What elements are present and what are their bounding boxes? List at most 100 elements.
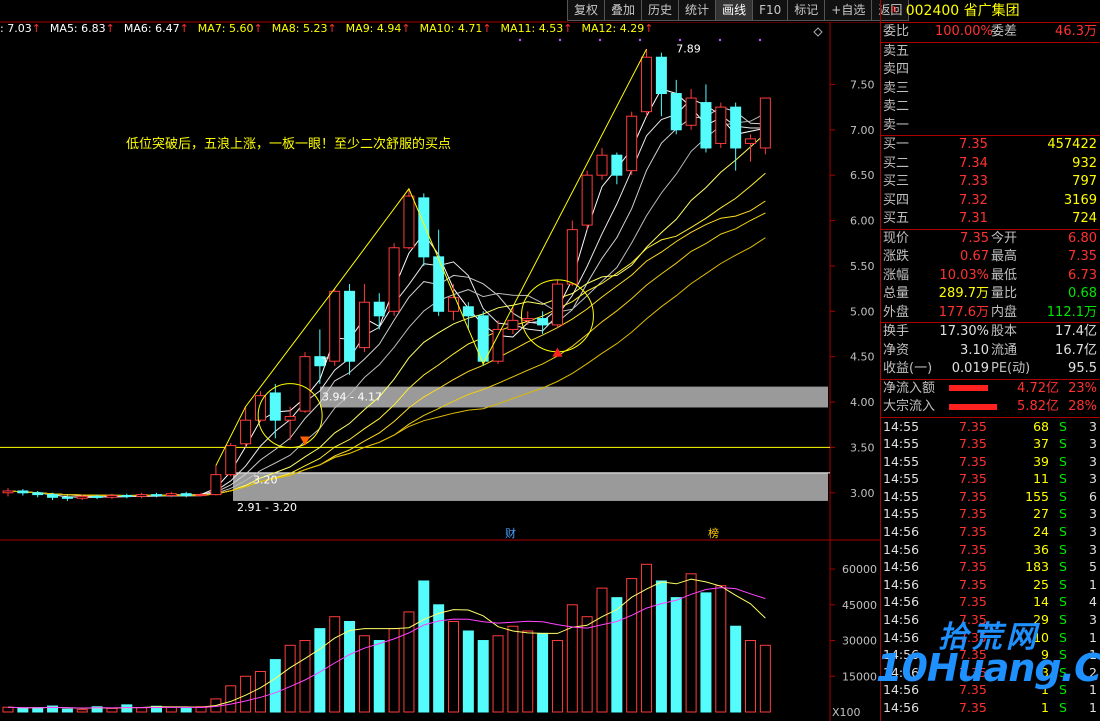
sell-row[interactable]: 卖一 xyxy=(881,117,1100,136)
volume-bar xyxy=(507,625,519,713)
toolbar-button-0[interactable]: 复权 xyxy=(567,0,606,21)
tick-side: S xyxy=(1059,612,1067,628)
candle-down xyxy=(269,392,281,421)
toolbar-button-2[interactable]: 历史 xyxy=(641,0,680,21)
tick-count: 1 xyxy=(1089,576,1097,592)
stat-value: 0.67 xyxy=(960,249,989,264)
buy-row[interactable]: 买三 7.33 797 xyxy=(881,173,1100,192)
volume-bar xyxy=(448,620,459,713)
tick-row[interactable]: 14:55 7.35 68 S 3 xyxy=(881,418,1100,436)
stock-header[interactable]: R 002400 省广集团 xyxy=(881,0,1100,23)
tick-price: 7.35 xyxy=(959,524,987,540)
ma-value: MA10: 4.71 xyxy=(419,22,483,35)
tick-count: 3 xyxy=(1089,612,1097,628)
tick-row[interactable]: 14:55 7.35 11 S 3 xyxy=(881,470,1100,488)
toolbar-button-7[interactable]: +自选 xyxy=(824,0,873,21)
tick-side: S xyxy=(1059,700,1067,715)
tick-time: 14:56 xyxy=(883,524,920,540)
toolbar-button-1[interactable]: 叠加 xyxy=(604,0,643,21)
tick-row[interactable]: 14:55 7.35 37 S 3 xyxy=(881,435,1100,453)
tick-row[interactable]: 14:56 7.35 24 S 3 xyxy=(881,523,1100,541)
chart-annotation-text: 低位突破后，五浪上涨，一板一眼！至少二次舒服的买点 xyxy=(126,137,452,152)
volume-bar xyxy=(17,707,29,713)
candle-up xyxy=(388,247,400,312)
candle-down xyxy=(61,496,73,499)
stat-row: 净资 3.10 流通 16.7亿 xyxy=(881,342,1100,361)
weibi-label: 委比 xyxy=(883,24,910,39)
buy-level-label: 买五 xyxy=(883,211,910,226)
sell-row[interactable]: 卖四 xyxy=(881,61,1100,80)
flow-bar xyxy=(949,380,988,399)
tick-row[interactable]: 14:56 7.35 183 S 5 xyxy=(881,558,1100,576)
buy-row[interactable]: 买二 7.34 932 xyxy=(881,155,1100,174)
toolbar-button-5[interactable]: F10 xyxy=(752,0,789,21)
stat-label: PE(动) xyxy=(991,361,1031,376)
stat-row: 收益(一) 0.019 PE(动) 95.5 xyxy=(881,360,1100,379)
stat-value: 3.10 xyxy=(960,342,989,358)
tick-row[interactable]: 14:55 7.35 155 S 6 xyxy=(881,488,1100,506)
sell-level-label: 卖二 xyxy=(883,99,910,114)
candle-up xyxy=(165,493,177,496)
tick-row[interactable]: 14:56 7.35 29 S 3 xyxy=(881,611,1100,629)
volume-bar xyxy=(76,709,88,713)
candle-up xyxy=(76,495,88,499)
stat-value: 177.6万 xyxy=(938,304,989,320)
tick-side: S xyxy=(1059,576,1067,592)
tick-row[interactable]: 14:56 7.35 1 S 1 xyxy=(881,681,1100,699)
weibi-value: 100.00% xyxy=(935,24,993,39)
tick-row[interactable]: 14:55 7.35 39 S 3 xyxy=(881,453,1100,471)
volume-bar xyxy=(522,630,534,713)
price-axis-label: 3.00 xyxy=(850,487,875,500)
toolbar-button-3[interactable]: 统计 xyxy=(678,0,717,21)
buy-volume: 457422 xyxy=(1047,137,1097,152)
ma-value: MA5: 6.83 xyxy=(49,22,106,35)
sell-row[interactable]: 卖三 xyxy=(881,80,1100,99)
candle-up xyxy=(284,416,296,421)
tick-row[interactable]: 14:56 7.35 3 S 2 xyxy=(881,664,1100,682)
stat-value: 6.73 xyxy=(1068,267,1097,283)
toolbar-button-4[interactable]: 画线 xyxy=(715,0,754,21)
tick-row[interactable]: 14:55 7.35 27 S 3 xyxy=(881,505,1100,523)
candle-down xyxy=(32,492,44,496)
tick-row[interactable]: 14:56 7.35 14 S 4 xyxy=(881,593,1100,611)
sell-row[interactable]: 卖二 xyxy=(881,98,1100,117)
candle-down xyxy=(344,290,356,362)
buy-row[interactable]: 买一 7.35 457422 xyxy=(881,136,1100,155)
tick-row[interactable]: 14:56 7.35 36 S 3 xyxy=(881,541,1100,559)
up-arrow-icon: ↑ xyxy=(253,22,263,35)
tick-price: 7.35 xyxy=(959,682,987,698)
top-dot-marker xyxy=(598,38,602,42)
volume-bar xyxy=(715,585,727,713)
buy-level-label: 买四 xyxy=(883,192,910,208)
candle-up xyxy=(745,138,756,144)
kline-chart-area[interactable]: 7.50 7.00 6.50 6.00 5.50 5.00 4.50 4.00 3.50 3.00… xyxy=(0,0,910,721)
buy-row[interactable]: 买四 7.32 3169 xyxy=(881,192,1100,211)
tick-row[interactable]: 14:56 7.35 9 S 1 xyxy=(881,646,1100,664)
candle-down xyxy=(433,256,445,312)
tick-row[interactable]: 14:56 7.35 1 S 1 xyxy=(881,699,1100,717)
volume-bar xyxy=(537,632,549,713)
tick-row[interactable]: 14:56 7.35 10 S 1 xyxy=(881,629,1100,647)
kline-chart-svg[interactable]: 7.50 7.00 6.50 6.00 5.50 5.00 4.50 4.00 3.50 3.00… xyxy=(0,0,880,721)
volume-bar xyxy=(759,644,771,713)
volume-bar xyxy=(492,635,504,713)
tick-side: S xyxy=(1059,488,1067,504)
toolbar-button-6[interactable]: 标记 xyxy=(787,0,826,21)
tick-volume: 14 xyxy=(1033,594,1049,610)
candle-up xyxy=(329,290,341,362)
diamond-icon xyxy=(813,27,823,37)
tick-price: 7.35 xyxy=(959,664,987,680)
tick-list[interactable]: 14:55 7.35 68 S 3 14:55 7.35 37 S 3 14:55 7.35 39 S 3 1… xyxy=(881,418,1100,717)
stat-label: 涨幅 xyxy=(883,267,910,283)
buy-row[interactable]: 买五 7.31 724 xyxy=(881,210,1100,229)
sell-row[interactable]: 卖五 xyxy=(881,43,1100,62)
volume-axis-label: 15000 xyxy=(842,670,877,683)
volume-bar xyxy=(284,644,296,713)
tick-volume: 9 xyxy=(1041,647,1049,663)
top-dot-marker xyxy=(518,38,522,42)
tick-side: S xyxy=(1059,418,1067,434)
volume-bar xyxy=(299,640,311,713)
volume-bar xyxy=(581,616,593,713)
candle-down xyxy=(418,197,430,258)
tick-row[interactable]: 14:56 7.35 25 S 1 xyxy=(881,576,1100,594)
